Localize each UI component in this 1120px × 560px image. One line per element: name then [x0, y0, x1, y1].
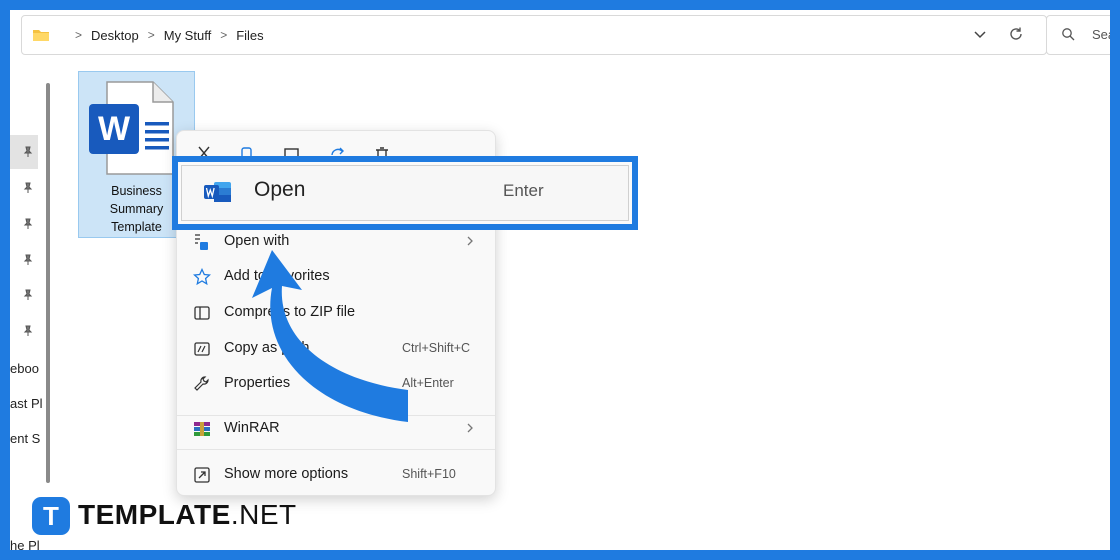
word-icon-letter: W	[98, 110, 131, 148]
template-logo-icon: T	[32, 497, 70, 535]
logo-letter: T	[43, 501, 59, 531]
explorer-window: > Desktop > My Stuff > Files Sea	[10, 10, 1110, 550]
pinned-item[interactable]	[10, 135, 38, 169]
nav-item-label[interactable]: ent S	[10, 431, 40, 446]
menu-item-properties[interactable]: Properties Alt+Enter	[177, 367, 495, 401]
menu-item-label: Properties	[224, 375, 291, 391]
menu-item-open[interactable]: Open Enter	[172, 156, 638, 230]
open-shortcut: Enter	[503, 181, 544, 200]
pin-icon	[23, 182, 33, 193]
pinned-item[interactable]	[10, 171, 38, 205]
chevron-down-icon[interactable]	[972, 26, 988, 42]
breadcrumb-item-files[interactable]: Files	[236, 28, 263, 43]
breadcrumb: > Desktop > My Stuff > Files	[66, 16, 264, 54]
chevron-right-icon: >	[75, 28, 83, 42]
menu-item-show-more-options[interactable]: Show more options Shift+F10	[177, 458, 495, 492]
nav-item-label[interactable]: ast Pl	[10, 396, 43, 411]
menu-item-shortcut: Ctrl+Shift+C	[402, 341, 471, 355]
menu-item-compress-zip[interactable]: Compress to ZIP file	[177, 296, 495, 330]
search-placeholder: Sea	[1092, 27, 1110, 42]
chevron-right-icon	[467, 236, 473, 246]
menu-item-winrar[interactable]: WinRAR	[177, 412, 495, 446]
word-document-icon: W	[89, 81, 174, 175]
menu-item-add-to-favorites[interactable]: Add to Favorites	[177, 260, 495, 294]
menu-item-shortcut: Shift+F10	[402, 467, 456, 481]
pin-icon	[23, 218, 33, 229]
menu-item-label: WinRAR	[224, 420, 280, 436]
menu-item-shortcut: Alt+Enter	[402, 376, 454, 390]
pin-icon	[23, 146, 33, 157]
address-bar[interactable]: > Desktop > My Stuff > Files	[21, 15, 1047, 55]
pin-icon	[23, 325, 33, 336]
chevron-right-icon: >	[147, 28, 155, 42]
pinned-item[interactable]	[10, 243, 38, 277]
open-label: Open	[254, 178, 306, 201]
pin-icon	[23, 254, 33, 265]
breadcrumb-item-desktop[interactable]: Desktop	[91, 28, 139, 43]
brand-text-light: .NET	[230, 499, 297, 530]
chevron-right-icon	[467, 423, 473, 433]
refresh-icon[interactable]	[1008, 26, 1024, 42]
word-icon	[204, 182, 231, 202]
winrar-icon	[194, 422, 210, 436]
copy-path-icon	[194, 342, 210, 356]
menu-item-label: Copy as path	[224, 340, 310, 356]
menu-item-open-inner	[181, 165, 629, 221]
wrench-icon	[194, 376, 209, 391]
zip-icon	[194, 306, 210, 320]
open-with-icon	[195, 234, 208, 250]
menu-divider	[177, 449, 495, 450]
menu-item-label: Show more options	[224, 466, 349, 482]
search-input[interactable]: Sea	[1046, 15, 1110, 55]
star-icon	[193, 268, 211, 286]
folder-icon	[33, 30, 49, 41]
menu-item-open-with[interactable]: Open with	[177, 225, 495, 259]
menu-item-label: Add to Favorites	[224, 268, 330, 284]
breadcrumb-item-my-stuff[interactable]: My Stuff	[164, 28, 211, 43]
pinned-item[interactable]	[10, 314, 38, 348]
nav-item-label[interactable]: eboo	[10, 361, 39, 376]
pinned-item[interactable]	[10, 207, 38, 241]
menu-item-label: Compress to ZIP file	[224, 304, 356, 320]
menu-item-copy-as-path[interactable]: Copy as path Ctrl+Shift+C	[177, 332, 495, 366]
chevron-right-icon: >	[220, 28, 228, 42]
navigation-pane: eboo ast Pl ent S he Pl	[10, 65, 56, 550]
nav-item-label[interactable]: he Pl	[10, 538, 40, 550]
search-icon	[1062, 28, 1075, 41]
pinned-item[interactable]	[10, 278, 38, 312]
brand-text: TEMPLATE.NET	[78, 499, 297, 531]
brand-text-bold: TEMPLATE	[78, 499, 231, 530]
more-options-icon	[194, 467, 210, 483]
menu-item-label: Open with	[224, 233, 290, 249]
pin-icon	[23, 289, 33, 300]
navigation-scrollbar[interactable]	[46, 83, 50, 483]
